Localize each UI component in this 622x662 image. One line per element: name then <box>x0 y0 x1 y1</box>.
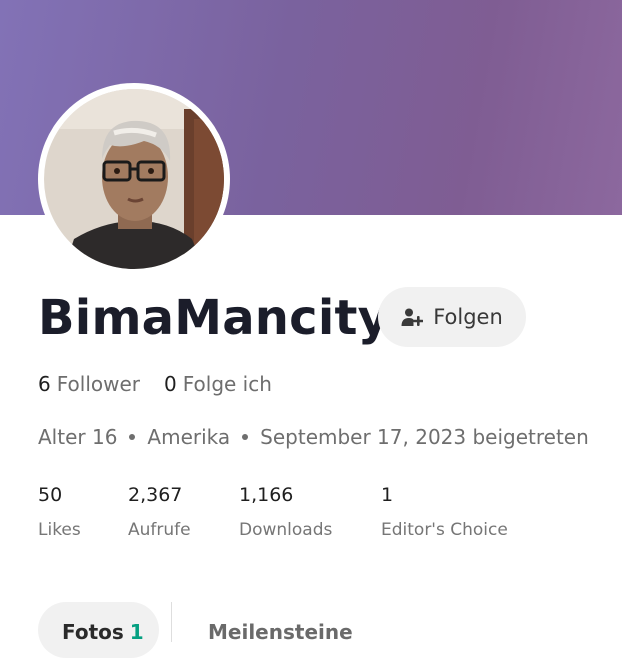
stat-views: 2,367 Aufrufe <box>128 484 191 541</box>
follow-button[interactable]: Folgen <box>378 287 526 347</box>
stat-value: 1,166 <box>239 484 294 506</box>
user-plus-icon <box>401 307 424 327</box>
tab-milestones[interactable]: Meilensteine <box>184 602 377 658</box>
stat-value: 1 <box>381 484 394 506</box>
profile-username: BimaMancity <box>38 290 390 346</box>
stat-downloads: 1,166 Downloads <box>239 484 332 541</box>
following-count: 0 <box>164 372 177 396</box>
tab-label: Fotos <box>62 620 124 644</box>
tab-photos[interactable]: Fotos 1 <box>38 602 159 658</box>
tab-count: 1 <box>129 620 144 644</box>
tab-label: Meilensteine <box>208 620 353 644</box>
stat-likes: 50 Likes <box>38 484 81 541</box>
avatar[interactable] <box>38 83 230 275</box>
follow-stats: 6 Follower 0 Folge ich <box>38 372 272 396</box>
stat-editors-choice: 1 Editor's Choice <box>381 484 508 541</box>
followers-count: 6 <box>38 372 51 396</box>
followers-label: Follower <box>56 372 140 396</box>
separator-dot <box>242 434 249 440</box>
avatar-photo <box>44 89 224 269</box>
followers-link[interactable]: 6 Follower <box>38 372 140 396</box>
stat-label: Editor's Choice <box>381 520 508 540</box>
profile-joined-date: September 17, 2023 beigetreten <box>260 425 589 449</box>
follow-button-label: Folgen <box>433 305 503 329</box>
profile-location: Amerika <box>147 425 231 449</box>
following-label: Folge ich <box>182 372 272 396</box>
stat-label: Likes <box>38 520 81 540</box>
tab-divider <box>171 602 172 642</box>
profile-age: Alter 16 <box>38 425 118 449</box>
profile-tabs: Fotos 1 Meilensteine <box>38 602 622 662</box>
profile-meta: Alter 16 Amerika September 17, 2023 beig… <box>38 425 589 449</box>
stat-value: 50 <box>38 484 63 506</box>
stat-value: 2,367 <box>128 484 183 506</box>
stat-label: Downloads <box>239 520 333 540</box>
stat-label: Aufrufe <box>128 520 191 540</box>
separator-dot <box>129 434 136 440</box>
following-link[interactable]: 0 Folge ich <box>164 372 272 396</box>
